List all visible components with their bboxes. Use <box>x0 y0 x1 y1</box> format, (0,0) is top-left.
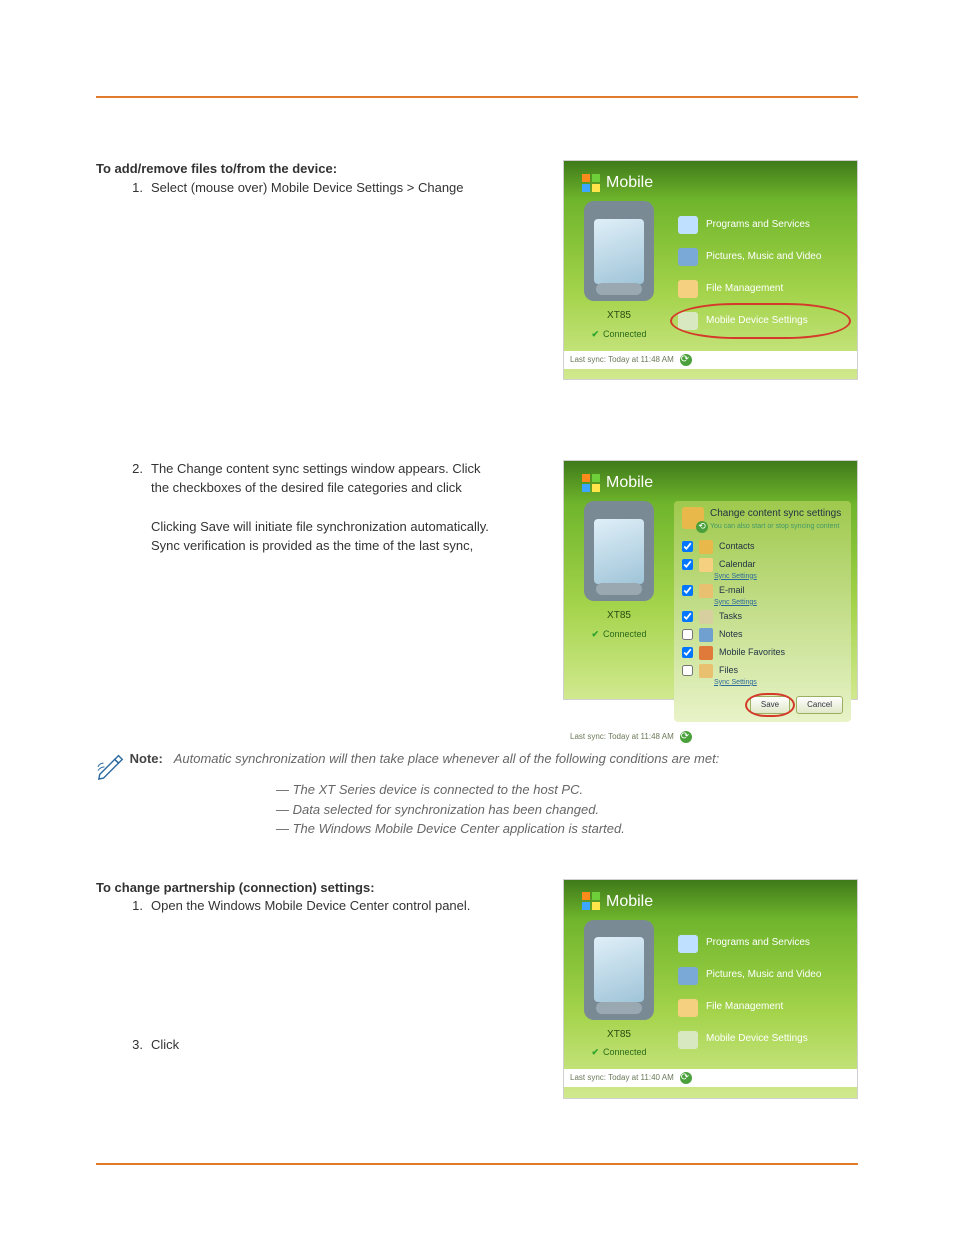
notes-icon <box>699 628 713 642</box>
wm-brand-2: Mobile <box>582 471 653 494</box>
programs-icon <box>678 216 698 234</box>
windows-flag-icon <box>582 892 600 910</box>
status-bar-3: Last sync: Today at 11:40 AM <box>564 1069 857 1087</box>
status-bar: Last sync: Today at 11:48 AM <box>564 351 857 369</box>
favorites-icon <box>699 646 713 660</box>
sync-settings-icon <box>682 507 704 529</box>
status-bar-2: Last sync: Today at 11:48 AM <box>564 728 857 746</box>
sync-contacts[interactable]: Contacts <box>682 538 843 556</box>
notes-checkbox[interactable] <box>682 629 693 640</box>
settings-gear-icon <box>678 1031 698 1049</box>
check-icon: ✔ <box>591 328 599 341</box>
note-bullet-1: — The XT Series device is connected to t… <box>96 780 858 800</box>
device-name: XT85 <box>572 1028 666 1043</box>
sec2-step1-number: 1. <box>121 897 143 916</box>
tasks-icon <box>699 610 713 624</box>
contacts-checkbox[interactable] <box>682 541 693 552</box>
wm-brand-3: Mobile <box>582 890 653 913</box>
files-icon <box>699 664 713 678</box>
sec2-step1-text: Open the Windows Mobile Device Center co… <box>151 898 470 913</box>
sync-tasks[interactable]: Tasks <box>682 608 843 626</box>
sec2-step3-text: Click <box>151 1037 179 1052</box>
sec2-step3-number: 3. <box>121 1036 143 1055</box>
device-image <box>584 920 654 1020</box>
device-name: XT85 <box>572 309 666 324</box>
step1-text: Select (mouse over) Mobile Device Settin… <box>151 180 464 195</box>
favorites-checkbox[interactable] <box>682 647 693 658</box>
pictures-icon <box>678 967 698 985</box>
email-sync-settings-link[interactable]: Sync Settings <box>682 598 843 608</box>
windows-flag-icon <box>582 474 600 492</box>
check-icon: ✔ <box>591 628 599 641</box>
sync-notes[interactable]: Notes <box>682 626 843 644</box>
screenshot-partnership-settings: Mobile XT85 ✔ Connected <box>563 879 858 1099</box>
tasks-checkbox[interactable] <box>682 611 693 622</box>
menu-pictures-3[interactable]: Pictures, Music and Video <box>674 960 847 992</box>
calendar-checkbox[interactable] <box>682 559 693 570</box>
note-label: Note: <box>130 751 163 766</box>
device-image <box>584 201 654 301</box>
sync-favorites[interactable]: Mobile Favorites <box>682 644 843 662</box>
menu-mobile-device-settings-3[interactable]: Mobile Device Settings <box>674 1024 847 1056</box>
wm-brand-text: Mobile <box>606 171 653 194</box>
bottom-rule <box>96 1163 858 1165</box>
menu-pictures[interactable]: Pictures, Music and Video <box>674 241 847 273</box>
calendar-icon <box>699 558 713 572</box>
sync-icon <box>680 354 692 366</box>
files-sync-settings-link[interactable]: Sync Settings <box>682 678 843 688</box>
wm-brand: Mobile <box>582 171 653 194</box>
files-checkbox[interactable] <box>682 665 693 676</box>
connected-status: ✔ Connected <box>572 1046 666 1059</box>
connected-status: ✔ Connected <box>572 328 666 341</box>
save-button[interactable]: Save <box>750 696 790 714</box>
programs-icon <box>678 935 698 953</box>
calendar-sync-settings-link[interactable]: Sync Settings <box>682 572 843 582</box>
windows-flag-icon <box>582 174 600 192</box>
file-management-icon <box>678 999 698 1017</box>
device-image <box>584 501 654 601</box>
step2-number: 2. <box>121 460 143 479</box>
settings-gear-icon <box>678 312 698 330</box>
menu-programs-3[interactable]: Programs and Services <box>674 928 847 960</box>
sync-icon <box>680 731 692 743</box>
note-lead: Automatic synchronization will then take… <box>174 751 720 766</box>
step1-number: 1. <box>121 179 143 198</box>
menu-file-management-3[interactable]: File Management <box>674 992 847 1024</box>
menu-mobile-device-settings[interactable]: Mobile Device Settings <box>674 305 847 337</box>
sync-icon <box>680 1072 692 1084</box>
menu-file-management[interactable]: File Management <box>674 273 847 305</box>
menu-programs[interactable]: Programs and Services <box>674 209 847 241</box>
step2-text-a: The Change content sync settings window … <box>151 461 481 476</box>
note-bullet-3: — The Windows Mobile Device Center appli… <box>96 819 858 839</box>
cancel-button[interactable]: Cancel <box>796 696 843 714</box>
connected-status: ✔ Connected <box>572 628 666 641</box>
screenshot-mobile-device-settings: Mobile XT85 ✔ Connected <box>563 160 858 380</box>
check-icon: ✔ <box>591 1046 599 1059</box>
contacts-icon <box>699 540 713 554</box>
file-management-icon <box>678 280 698 298</box>
email-icon <box>699 584 713 598</box>
pictures-icon <box>678 248 698 266</box>
note-block: Note: Automatic synchronization will the… <box>96 750 858 839</box>
sync-settings-subtitle: You can also start or stop syncing conte… <box>710 522 841 532</box>
email-checkbox[interactable] <box>682 585 693 596</box>
device-name: XT85 <box>572 609 666 624</box>
note-bullet-2: — Data selected for synchronization has … <box>96 800 858 820</box>
sync-settings-title: Change content sync settings <box>710 507 841 522</box>
pencil-icon <box>96 750 126 780</box>
screenshot-change-sync-settings: Mobile XT85 ✔ Connected <box>563 460 858 700</box>
